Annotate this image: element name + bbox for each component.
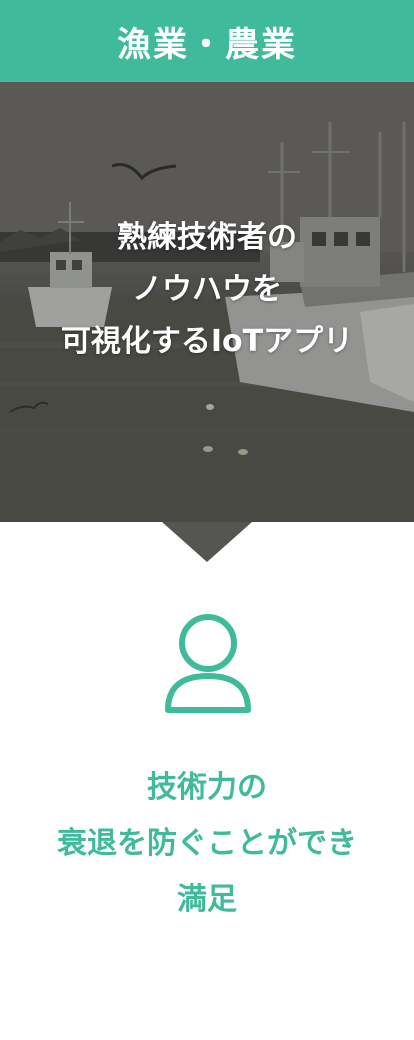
page: 漁業・農業 熟練技術者の ノウハウを 可視化するIoTアプリ 技術力の 衰退を防… xyxy=(0,0,414,1040)
hero-section: 熟練技術者の ノウハウを 可視化するIoTアプリ xyxy=(0,82,414,522)
hero-line-2: ノウハウを xyxy=(132,272,282,307)
result-caption: 技術力の 衰退を防ぐことができ 満足 xyxy=(0,760,414,928)
result-line-2: 衰退を防ぐことができ xyxy=(57,826,357,861)
hero-caption: 熟練技術者の ノウハウを 可視化するIoTアプリ xyxy=(0,212,414,368)
hero-line-3: 可視化するIoTアプリ xyxy=(60,324,354,359)
header-title: 漁業・農業 xyxy=(117,24,297,65)
hero-line-1: 熟練技術者の xyxy=(117,220,297,255)
result-line-1: 技術力の xyxy=(147,770,267,805)
down-pointer-triangle xyxy=(162,522,252,562)
result-line-3: 満足 xyxy=(177,882,237,917)
user-icon xyxy=(165,614,251,713)
header-bar: 漁業・農業 xyxy=(0,0,414,82)
